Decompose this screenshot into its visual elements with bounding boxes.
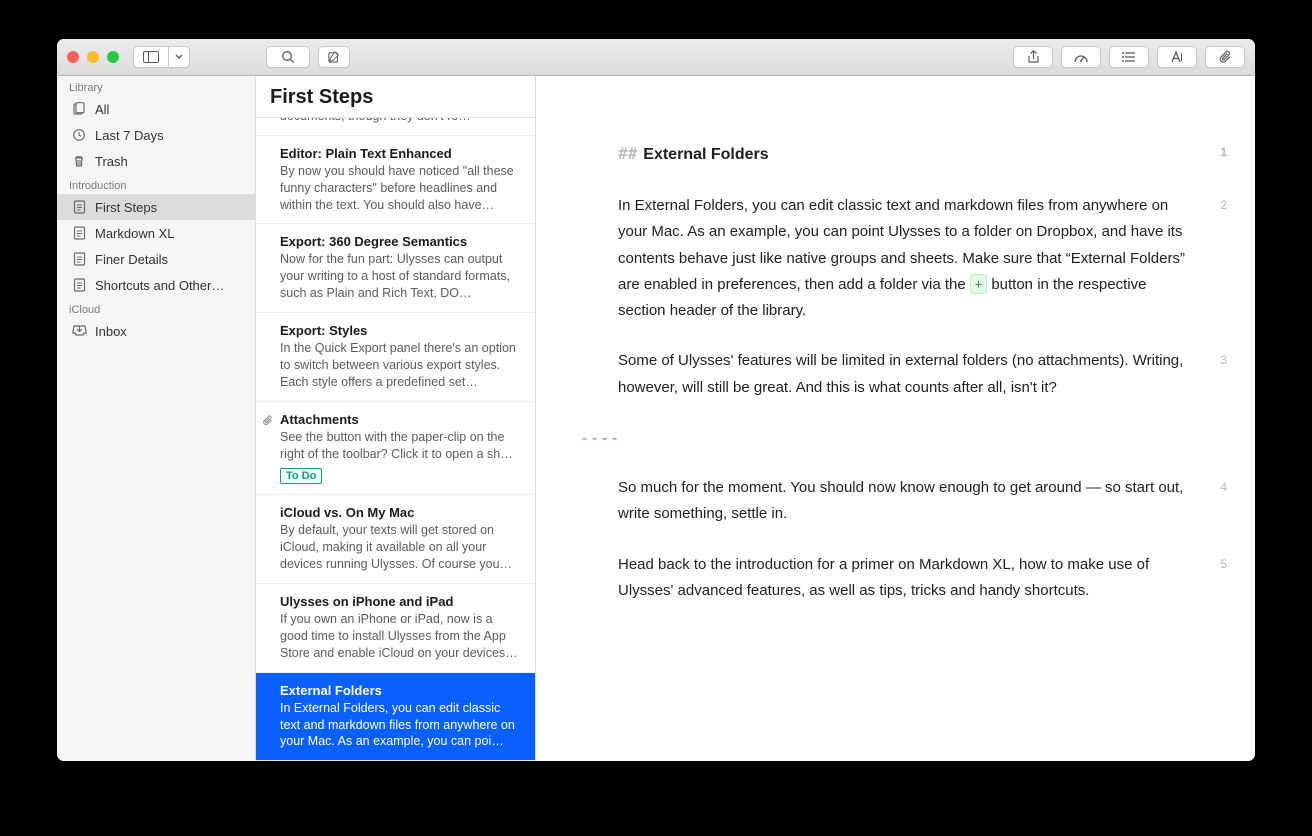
sheet-preview: By now you should have noticed "all thes… <box>280 163 521 214</box>
sidebar-item[interactable]: Inbox <box>57 318 255 344</box>
paperclip-icon <box>262 413 273 431</box>
sheet-title: iCloud vs. On My Mac <box>280 505 521 520</box>
sheet-preview: In External Folders, you can edit classi… <box>280 700 521 751</box>
sheet-tag: To Do <box>280 468 322 484</box>
para-number: 2 <box>1220 195 1227 216</box>
library-sidebar[interactable]: Library All Last 7 Days Trash Introduction Fi… <box>57 76 256 761</box>
gauge-icon <box>1073 51 1089 63</box>
sheet-title: External Folders <box>280 683 521 698</box>
inbox-icon <box>71 325 87 338</box>
sheet-icon <box>71 278 87 292</box>
sidebar-section-header: Library <box>57 76 255 96</box>
editor-paragraph: In External Folders, you can edit classi… <box>590 193 1185 324</box>
sheet-title: Editor: Plain Text Enhanced <box>280 146 521 161</box>
sidebar-item-label: Trash <box>95 154 128 169</box>
sheet-preview: If you own an iPhone or iPad, now is a g… <box>280 611 521 662</box>
compose-icon <box>328 50 340 64</box>
main-body: LibraryAllLast 7 DaysTrashIntroductionFi… <box>57 76 1255 761</box>
sheet-item[interactable]: Ulysses on iPhone and iPad If you own an … <box>256 584 535 673</box>
compose-button[interactable] <box>318 46 350 68</box>
plus-key: + <box>970 274 987 294</box>
close-window[interactable] <box>67 51 79 63</box>
outline-button[interactable] <box>1109 46 1149 68</box>
sheet-item[interactable]: External Folders In External Folders, you… <box>256 673 535 761</box>
typography-button[interactable] <box>1157 46 1197 68</box>
stack-icon <box>71 102 87 116</box>
panes-icon[interactable] <box>133 46 169 68</box>
editor-paragraph: Some of Ulysses' features will be limite… <box>590 348 1185 401</box>
sheet-list-scroll[interactable]: Sheets are somewhat equivalent to classi… <box>256 118 535 761</box>
para-number: 3 <box>1220 350 1227 371</box>
sheet-icon <box>71 226 87 240</box>
para-number: 4 <box>1220 477 1227 498</box>
search-icon <box>281 50 295 64</box>
editor-divider: ---- <box>580 425 1185 451</box>
sheet-item[interactable]: Attachments See the button with the paper… <box>256 402 535 496</box>
app-window: LibraryAllLast 7 DaysTrashIntroductionFi… <box>57 39 1255 761</box>
search-button[interactable] <box>266 46 310 68</box>
sheet-icon <box>71 252 87 266</box>
titlebar <box>57 39 1255 76</box>
editor-paragraph: So much for the moment. You should now k… <box>590 475 1185 528</box>
share-button[interactable] <box>1013 46 1053 68</box>
sidebar-item[interactable]: Trash <box>57 148 255 174</box>
sheet-title: Export: 360 Degree Semantics <box>280 234 521 249</box>
sidebar-item[interactable]: Last 7 Days <box>57 122 255 148</box>
sidebar-item-label: Finer Details <box>95 252 168 267</box>
minimize-window[interactable] <box>87 51 99 63</box>
sidebar-item[interactable]: Markdown XL <box>57 220 255 246</box>
sheet-item[interactable]: Editor: Plain Text Enhanced By now you sh… <box>256 136 535 225</box>
sidebar-section-header: Introduction <box>57 174 255 194</box>
share-icon <box>1027 50 1040 64</box>
para-number: 5 <box>1220 554 1227 575</box>
sidebar-section-header: iCloud <box>57 298 255 318</box>
sheet-item[interactable]: iCloud vs. On My Mac By default, your tex… <box>256 495 535 584</box>
sidebar-item-label: First Steps <box>95 200 157 215</box>
sidebar-item-label: All <box>95 102 109 117</box>
sheet-list-header: First Steps <box>256 76 535 118</box>
sheet-title: Ulysses on iPhone and iPad <box>280 594 521 609</box>
view-mode-segmented[interactable] <box>133 46 190 68</box>
sheet-title: Export: Styles <box>280 323 521 338</box>
sidebar-item[interactable]: First Steps <box>57 194 255 220</box>
type-icon <box>1170 51 1184 63</box>
sheet-preview: In the Quick Export panel there's an opt… <box>280 340 521 391</box>
para-number: 1 <box>1220 142 1227 163</box>
sidebar-item[interactable]: Finer Details <box>57 246 255 272</box>
markdown-hash: ## <box>618 144 637 163</box>
editor[interactable]: ## External Folders 1 In External Folders… <box>536 76 1255 761</box>
editor-paragraph: Head back to the introduction for a prim… <box>590 552 1185 605</box>
clock-icon <box>71 128 87 142</box>
trash-icon <box>71 154 87 168</box>
sidebar-item-label: Shortcuts and Other… <box>95 278 224 293</box>
sheet-list: First Steps Sheets are somewhat equivale… <box>256 76 536 761</box>
zoom-window[interactable] <box>107 51 119 63</box>
sheet-preview: See the button with the paper-clip on th… <box>280 429 521 463</box>
chevron-down-icon[interactable] <box>169 46 190 68</box>
paperclip-icon <box>1218 50 1232 64</box>
traffic-lights <box>67 51 119 63</box>
attachments-button[interactable] <box>1205 46 1245 68</box>
sheet-item[interactable]: Sheets are somewhat equivalent to classi… <box>256 118 535 136</box>
sidebar-item-label: Markdown XL <box>95 226 174 241</box>
sidebar-item[interactable]: All <box>57 96 255 122</box>
list-icon <box>1122 51 1136 63</box>
editor-heading: ##External Folders 1 <box>590 140 1185 169</box>
sheet-preview: Now for the fun part: Ulysses can output… <box>280 251 521 302</box>
sheet-title: Attachments <box>280 412 521 427</box>
sidebar-item-label: Last 7 Days <box>95 128 164 143</box>
goal-button[interactable] <box>1061 46 1101 68</box>
sheet-item[interactable]: Export: 360 Degree Semantics Now for the … <box>256 224 535 313</box>
sidebar-item[interactable]: Shortcuts and Other… <box>57 272 255 298</box>
sheet-preview: Sheets are somewhat equivalent to classi… <box>280 118 521 125</box>
sheet-item[interactable]: Export: Styles In the Quick Export panel … <box>256 313 535 402</box>
sheet-preview: By default, your texts will get stored o… <box>280 522 521 573</box>
heading-text: External Folders <box>643 146 768 163</box>
sheet-icon <box>71 200 87 214</box>
sidebar-item-label: Inbox <box>95 324 127 339</box>
